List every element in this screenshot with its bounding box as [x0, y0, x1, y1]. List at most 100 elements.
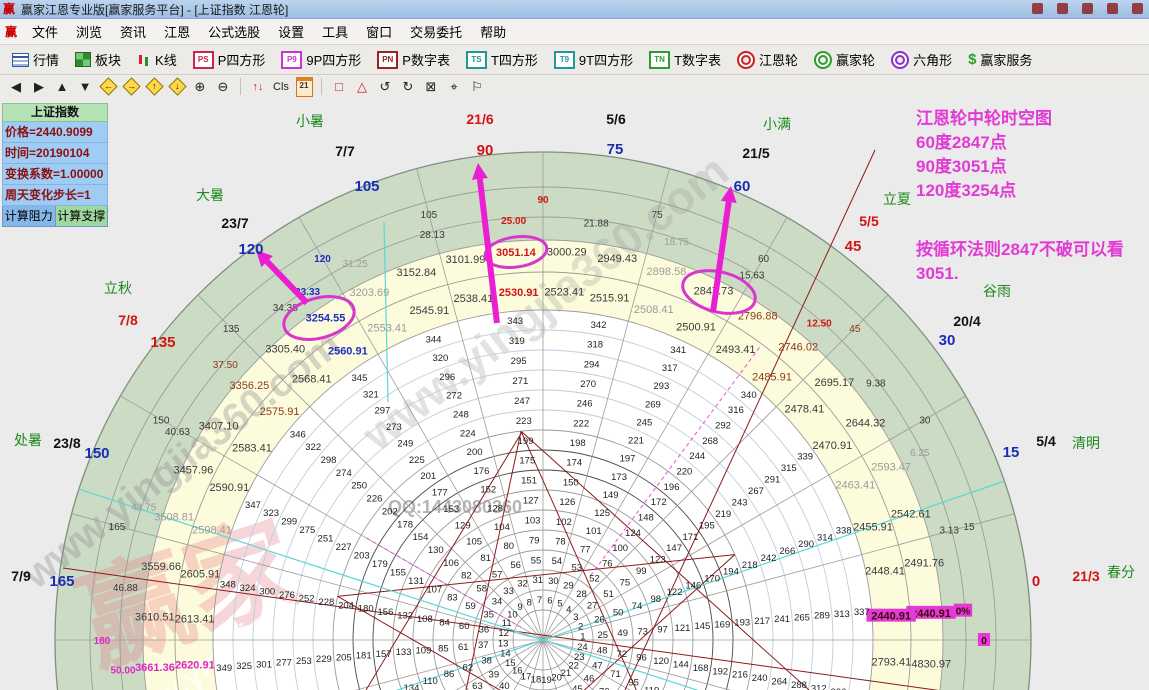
svg-text:273: 273 — [386, 422, 402, 433]
svg-text:103: 103 — [525, 515, 541, 526]
svg-text:3000.29: 3000.29 — [547, 247, 587, 259]
rotate-cw-button[interactable]: ↻ — [398, 77, 418, 96]
svg-text:168: 168 — [693, 663, 709, 674]
menu-item-9[interactable]: 帮助 — [471, 19, 515, 44]
svg-text:57: 57 — [492, 569, 503, 580]
svg-text:347: 347 — [245, 500, 261, 511]
svg-text:0: 0 — [1032, 573, 1040, 590]
toolbar-button-江恩轮[interactable]: 江恩轮 — [729, 47, 806, 72]
panel-row-0: 价格=2440.9099 — [2, 122, 108, 143]
svg-text:3051.14: 3051.14 — [496, 247, 537, 259]
menu-item-5[interactable]: 设置 — [269, 19, 313, 44]
svg-text:250: 250 — [351, 481, 367, 492]
svg-text:325: 325 — [236, 661, 252, 672]
clear-flag-button[interactable]: ⚐ — [467, 77, 487, 96]
svg-text:321: 321 — [363, 389, 379, 400]
svg-text:227: 227 — [336, 542, 352, 553]
svg-text:2560.91: 2560.91 — [328, 346, 368, 358]
svg-text:200: 200 — [467, 447, 483, 458]
page-left-button[interactable]: ◀ — [6, 77, 26, 96]
annotation-block-rule: 按循环法则2847不破可以看3051. — [916, 238, 1124, 286]
svg-text:196: 196 — [664, 482, 680, 493]
svg-text:199: 199 — [518, 436, 534, 447]
toolbar-button-六角形[interactable]: 六角形 — [883, 47, 960, 72]
svg-text:40: 40 — [499, 681, 510, 690]
expand-button[interactable]: ⊠ — [421, 77, 441, 96]
svg-text:195: 195 — [699, 520, 715, 531]
svg-text:3254.55: 3254.55 — [306, 313, 346, 325]
svg-text:222: 222 — [573, 418, 589, 429]
menu-item-2[interactable]: 资讯 — [111, 19, 155, 44]
rotate-ccw-button[interactable]: ↺ — [375, 77, 395, 96]
svg-text:318: 318 — [587, 340, 603, 351]
toolbar-button-9T四方形[interactable]: T99T四方形 — [546, 47, 641, 72]
svg-text:157: 157 — [376, 649, 392, 660]
svg-text:242: 242 — [761, 553, 777, 564]
toolbar-button-P四方形[interactable]: PSP四方形 — [185, 47, 274, 72]
svg-text:2440.91: 2440.91 — [871, 611, 911, 623]
toolbar-button-T四方形[interactable]: TST四方形 — [458, 47, 546, 72]
pan-up-button[interactable]: ▲ — [52, 77, 72, 96]
svg-text:110: 110 — [423, 676, 438, 687]
toolbar-button-T数字表[interactable]: TNT数字表 — [641, 47, 729, 72]
svg-text:193: 193 — [734, 618, 750, 629]
zoom-in-button[interactable]: ⊕ — [190, 77, 210, 96]
toolbar-button-赢家服务[interactable]: $赢家服务 — [960, 47, 1040, 72]
diamond-down-button[interactable]: ↓ — [167, 77, 187, 96]
svg-text:203: 203 — [354, 550, 370, 561]
toolbar-button-P数字表[interactable]: PNP数字表 — [369, 47, 458, 72]
svg-text:169: 169 — [714, 619, 730, 630]
rect-tool-button[interactable]: □ — [329, 77, 349, 96]
wheel-circle-icon — [737, 51, 755, 69]
menu-item-7[interactable]: 窗口 — [357, 19, 401, 44]
calc-resistance-button[interactable]: 计算阻力 — [2, 206, 56, 227]
svg-text:225: 225 — [409, 455, 425, 466]
svg-text:46.88: 46.88 — [113, 583, 138, 594]
toolbar-button-K线[interactable]: K线 — [129, 47, 185, 72]
svg-text:131: 131 — [408, 576, 424, 587]
diamond-left-button[interactable]: ← — [98, 77, 118, 96]
toolbar-button-板块[interactable]: 板块 — [67, 47, 129, 72]
svg-text:75: 75 — [620, 578, 631, 589]
updown-button[interactable]: ↑↓ — [248, 77, 268, 96]
menu-item-4[interactable]: 公式选股 — [199, 19, 269, 44]
toolbar-button-赢家轮[interactable]: 赢家轮 — [806, 47, 883, 72]
menu-item-1[interactable]: 浏览 — [67, 19, 111, 44]
diamond-up-button[interactable]: ↑ — [144, 77, 164, 96]
svg-text:266: 266 — [779, 546, 795, 557]
svg-text:120: 120 — [238, 241, 263, 258]
svg-text:106: 106 — [443, 558, 459, 569]
menu-item-8[interactable]: 交易委托 — [401, 19, 471, 44]
svg-text:288: 288 — [791, 680, 807, 690]
toolbar-button-9P四方形[interactable]: P99P四方形 — [273, 47, 369, 72]
calendar-button[interactable]: 21 — [294, 77, 314, 96]
svg-text:2695.17: 2695.17 — [814, 377, 854, 389]
page-right-button[interactable]: ▶ — [29, 77, 49, 96]
calc-support-button[interactable]: 计算支撑 — [56, 206, 109, 227]
svg-text:120: 120 — [314, 254, 331, 265]
svg-text:290: 290 — [798, 539, 814, 550]
svg-text:31: 31 — [532, 575, 543, 586]
menu-item-0[interactable]: 文件 — [23, 19, 67, 44]
cls-button[interactable]: Cls — [271, 77, 291, 96]
annotation-line: 3051. — [916, 262, 1124, 286]
svg-text:7/9: 7/9 — [11, 568, 31, 584]
gann-wheel-chart[interactable]: 上证指数 价格=2440.9099时间=20190104变换系数=1.00000… — [0, 98, 1149, 690]
svg-text:3661.36: 3661.36 — [135, 662, 175, 674]
svg-text:2448.41: 2448.41 — [865, 565, 905, 577]
zoom-out-button[interactable]: ⊖ — [213, 77, 233, 96]
svg-text:150: 150 — [84, 445, 109, 462]
toolbar-button-行情[interactable]: 行情 — [4, 47, 67, 72]
svg-text:174: 174 — [566, 458, 582, 469]
svg-text:153: 153 — [443, 504, 459, 515]
diamond-right-button[interactable]: → — [121, 77, 141, 96]
menu-item-3[interactable]: 江恩 — [155, 19, 199, 44]
index-name: 上证指数 — [2, 103, 108, 122]
svg-text:228: 228 — [318, 597, 334, 608]
shrink-button[interactable]: ⌖ — [444, 77, 464, 96]
triangle-tool-button[interactable]: △ — [352, 77, 372, 96]
pan-down-button[interactable]: ▼ — [75, 77, 95, 96]
svg-text:241: 241 — [774, 614, 790, 625]
menu-item-6[interactable]: 工具 — [313, 19, 357, 44]
svg-text:178: 178 — [397, 519, 413, 530]
